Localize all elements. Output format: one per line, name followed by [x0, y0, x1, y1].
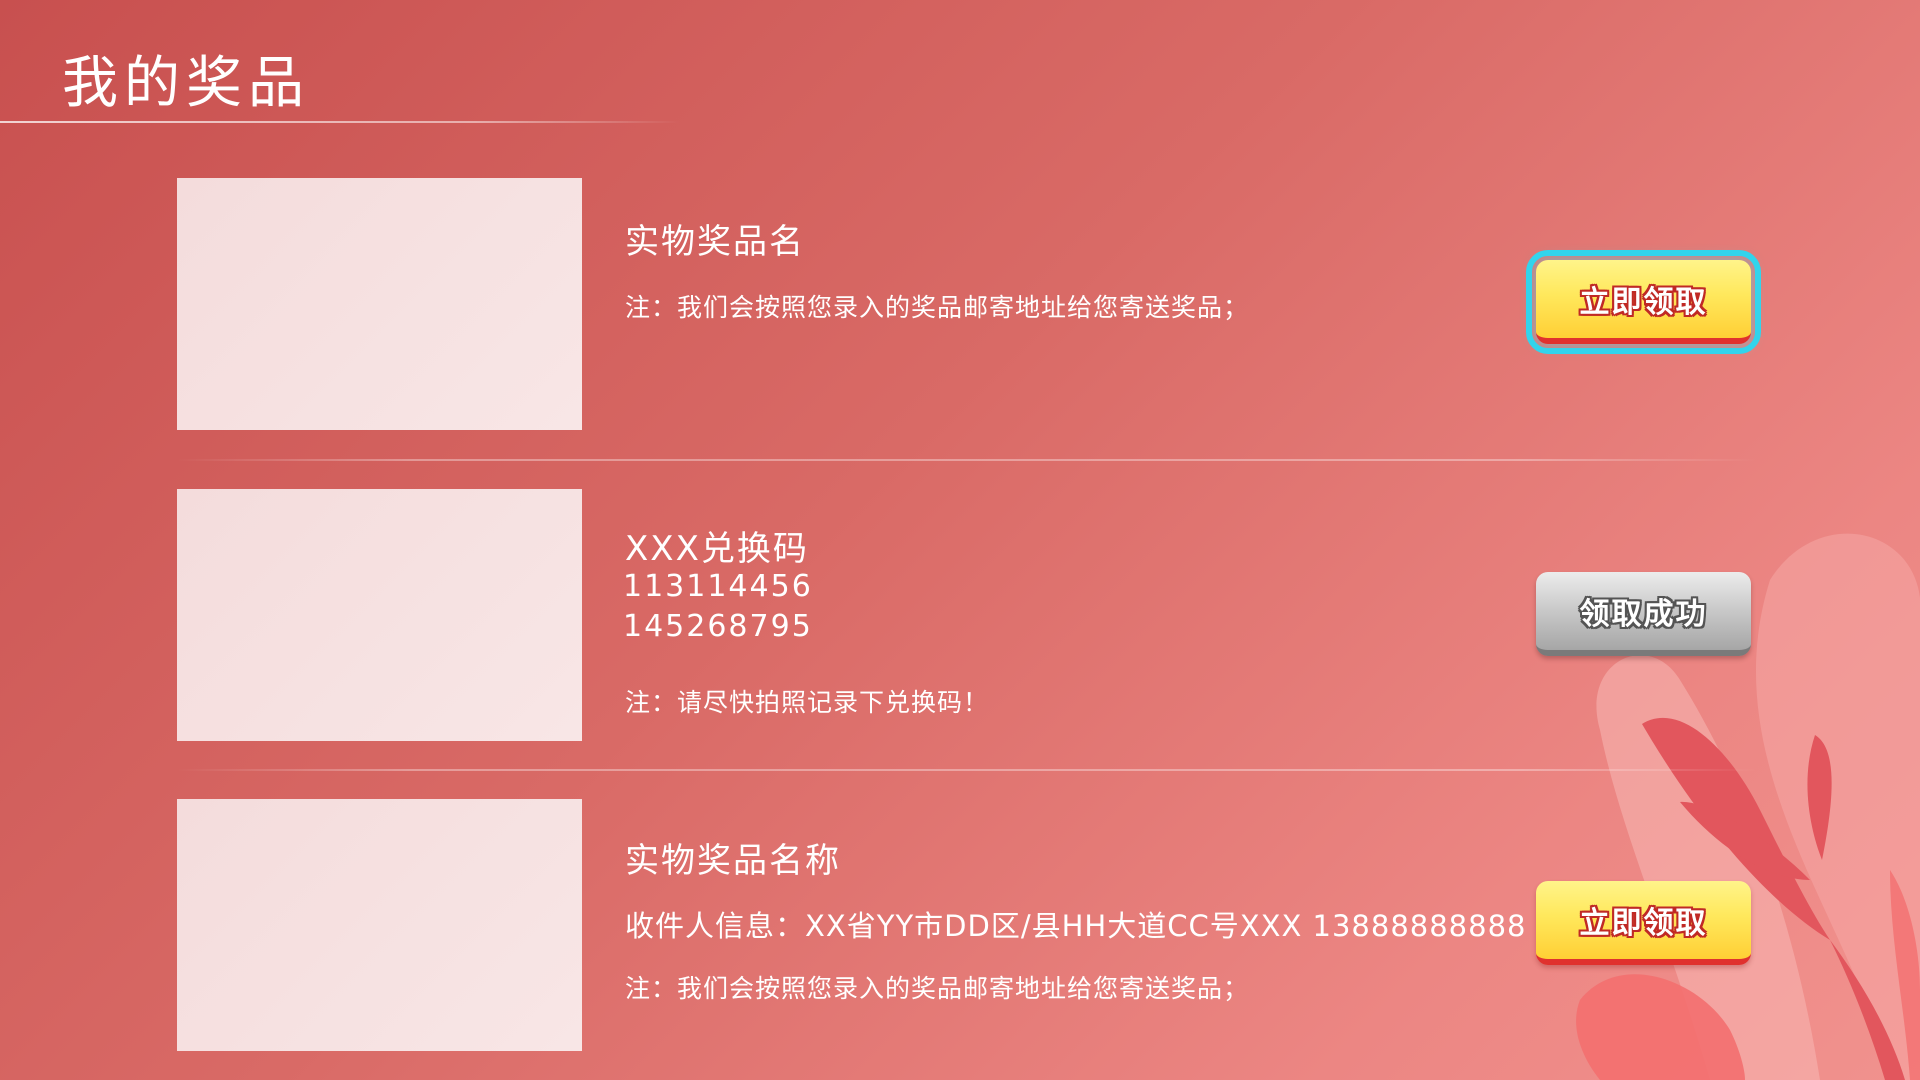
- recipient-info: 收件人信息：XX省YY市DD区/县HH大道CC号XXX 13888888888: [625, 909, 1527, 943]
- prize-image: [177, 489, 582, 741]
- redeem-code: 145268795: [623, 609, 813, 644]
- prize-image: [177, 178, 582, 430]
- prize-name: 实物奖品名: [625, 222, 805, 262]
- prize-note: 注：我们会按照您录入的奖品邮寄地址给您寄送奖品；: [625, 974, 1250, 1003]
- prize-name: 实物奖品名称: [625, 841, 841, 881]
- page-title: 我的奖品: [62, 51, 310, 116]
- claimed-button[interactable]: 领取成功: [1536, 572, 1751, 656]
- title-underline: [0, 121, 680, 123]
- row-divider: [177, 459, 1757, 461]
- prize-row: 实物奖品名 注：我们会按照您录入的奖品邮寄地址给您寄送奖品； 立即领取: [177, 178, 1761, 430]
- prize-row: XXX兑换码 113114456 145268795 注：请尽快拍照记录下兑换码…: [177, 489, 1757, 741]
- prize-note: 注：请尽快拍照记录下兑换码！: [625, 688, 990, 717]
- claim-button[interactable]: 立即领取: [1536, 881, 1751, 965]
- claim-button[interactable]: 立即领取: [1526, 250, 1761, 354]
- row-divider: [177, 769, 1757, 771]
- prize-row: 实物奖品名称 收件人信息：XX省YY市DD区/县HH大道CC号XXX 13888…: [177, 799, 1757, 1051]
- prize-image: [177, 799, 582, 1051]
- redeem-code: 113114456: [623, 569, 813, 604]
- prize-note: 注：我们会按照您录入的奖品邮寄地址给您寄送奖品；: [625, 293, 1250, 322]
- prize-name: XXX兑换码: [625, 529, 809, 569]
